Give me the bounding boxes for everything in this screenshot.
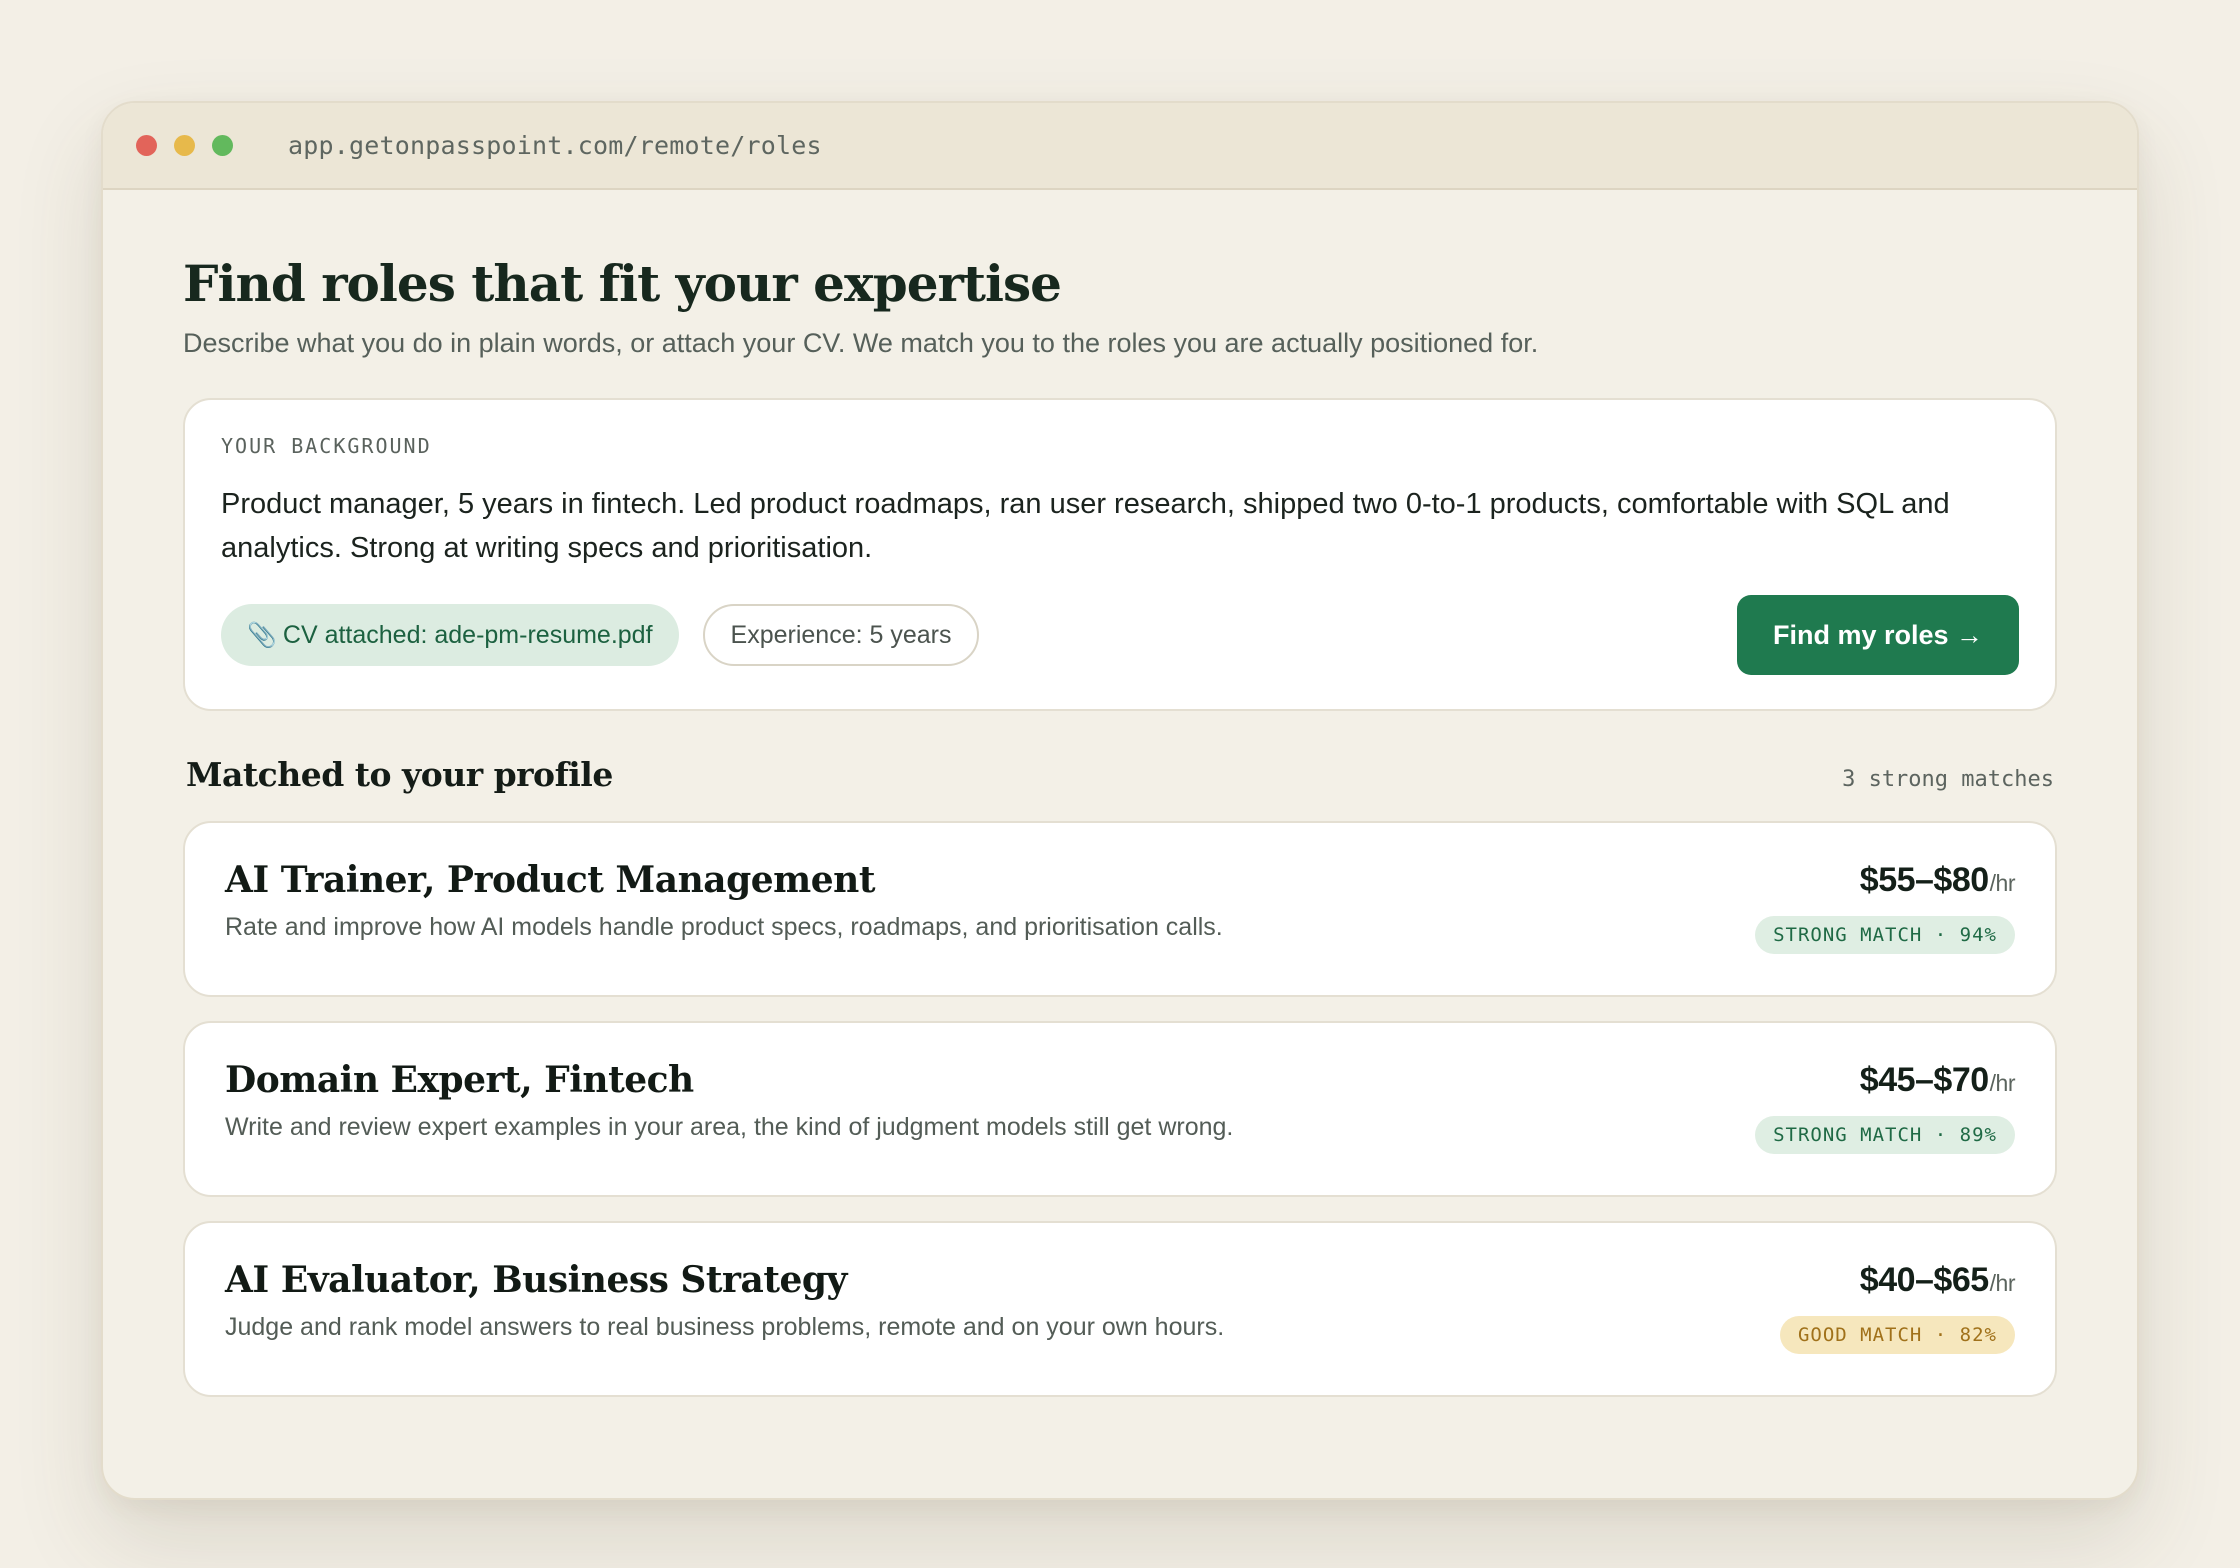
match-badge: STRONG MATCH · 89% bbox=[1755, 1116, 2015, 1155]
matches-title: Matched to your profile bbox=[186, 755, 613, 795]
background-card: YOUR BACKGROUND Product manager, 5 years… bbox=[183, 398, 2057, 712]
paperclip-icon: 📎 bbox=[247, 621, 277, 649]
role-description: Rate and improve how AI models handle pr… bbox=[225, 913, 1223, 942]
close-window-button[interactable] bbox=[136, 135, 157, 156]
role-meta: $55–$80/hr STRONG MATCH · 94% bbox=[1755, 861, 2016, 955]
browser-titlebar: app.getonpasspoint.com/remote/roles bbox=[103, 103, 2137, 190]
page-subtitle: Describe what you do in plain words, or … bbox=[183, 328, 1539, 358]
role-description: Judge and rank model answers to real bus… bbox=[225, 1313, 1225, 1342]
match-badge: GOOD MATCH · 82% bbox=[1779, 1316, 2015, 1355]
role-card[interactable]: AI Trainer, Product Management Rate and … bbox=[183, 821, 2057, 998]
match-badge: STRONG MATCH · 94% bbox=[1755, 916, 2015, 955]
role-rate-value: $55–$80 bbox=[1859, 861, 1989, 900]
role-rate: $40–$65/hr bbox=[1859, 1261, 2016, 1300]
role-meta: $40–$65/hr GOOD MATCH · 82% bbox=[1779, 1261, 2016, 1355]
background-actions: 📎 CV attached: ade-pm-resume.pdf Experie… bbox=[221, 595, 2019, 676]
page-title: Find roles that fit your expertise bbox=[183, 254, 1062, 313]
role-title: Domain Expert, Fintech bbox=[225, 1059, 694, 1102]
background-input[interactable]: Product manager, 5 years in fintech. Led… bbox=[221, 482, 2019, 570]
background-label: YOUR BACKGROUND bbox=[221, 434, 432, 459]
find-my-roles-button[interactable]: Find my roles → bbox=[1737, 595, 2019, 676]
maximize-window-button[interactable] bbox=[212, 135, 233, 156]
role-rate-value: $45–$70 bbox=[1859, 1061, 1989, 1100]
role-rate: $45–$70/hr bbox=[1859, 1061, 2016, 1100]
role-card[interactable]: AI Evaluator, Business Strategy Judge an… bbox=[183, 1221, 2057, 1398]
role-rate: $55–$80/hr bbox=[1859, 861, 2016, 900]
cv-attached-label: CV attached: ade-pm-resume.pdf bbox=[282, 620, 653, 649]
role-title: AI Trainer, Product Management bbox=[225, 859, 875, 902]
role-description: Write and review expert examples in your… bbox=[225, 1113, 1234, 1142]
role-rate-unit: /hr bbox=[1989, 1070, 2016, 1097]
role-meta: $45–$70/hr STRONG MATCH · 89% bbox=[1755, 1061, 2016, 1155]
role-rate-unit: /hr bbox=[1989, 870, 2016, 897]
minimize-window-button[interactable] bbox=[174, 135, 195, 156]
address-bar-url[interactable]: app.getonpasspoint.com/remote/roles bbox=[288, 131, 822, 160]
role-title: AI Evaluator, Business Strategy bbox=[225, 1259, 847, 1302]
experience-chip[interactable]: Experience: 5 years bbox=[702, 604, 980, 667]
role-rate-value: $40–$65 bbox=[1859, 1261, 1989, 1300]
role-rate-unit: /hr bbox=[1989, 1270, 2016, 1297]
role-card[interactable]: Domain Expert, Fintech Write and review … bbox=[183, 1021, 2057, 1198]
main-content: Find roles that fit your expertise Descr… bbox=[183, 190, 2057, 1421]
role-list: AI Trainer, Product Management Rate and … bbox=[183, 821, 2057, 1398]
cv-attached-chip[interactable]: 📎 CV attached: ade-pm-resume.pdf bbox=[221, 604, 679, 667]
matches-count: 3 strong matches bbox=[1842, 767, 2054, 793]
browser-window: app.getonpasspoint.com/remote/roles Find… bbox=[101, 101, 2139, 1500]
matches-header: Matched to your profile 3 strong matches bbox=[183, 755, 2057, 794]
